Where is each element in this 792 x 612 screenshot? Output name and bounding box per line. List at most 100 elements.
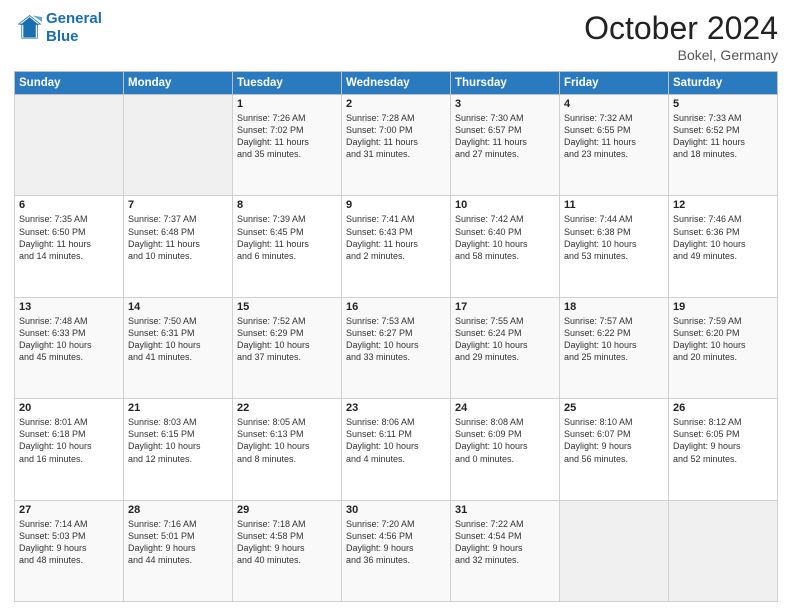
calendar-cell: 7 Sunrise: 7:37 AM Sunset: 6:48 PM Daylig…: [124, 196, 233, 297]
day-details: Sunrise: 7:59 AM Sunset: 6:20 PM Dayligh…: [673, 315, 773, 364]
day-number: 5: [673, 98, 773, 110]
day-number: 18: [564, 301, 664, 313]
calendar-cell: [15, 95, 124, 196]
calendar-cell: 3 Sunrise: 7:30 AM Sunset: 6:57 PM Daylig…: [451, 95, 560, 196]
weekday-header-saturday: Saturday: [669, 72, 778, 95]
calendar-cell: 15 Sunrise: 7:52 AM Sunset: 6:29 PM Dayli…: [233, 297, 342, 398]
page: General Blue October 2024 Bokel, Germany…: [0, 0, 792, 612]
weekday-header-wednesday: Wednesday: [342, 72, 451, 95]
calendar-cell: [124, 95, 233, 196]
calendar-cell: 8Sunrise: 7:39 AM Sunset: 6:45 PM Daylig…: [233, 196, 342, 297]
calendar-header: SundayMondayTuesdayWednesdayThursdayFrid…: [15, 72, 778, 95]
calendar-cell: 9Sunrise: 7:41 AM Sunset: 6:43 PM Daylig…: [342, 196, 451, 297]
day-number: 27: [19, 504, 119, 516]
calendar-cell: 20 Sunrise: 8:01 AM Sunset: 6:18 PM Dayli…: [15, 399, 124, 500]
day-number: 13: [19, 301, 119, 313]
location: Bokel, Germany: [584, 47, 778, 63]
day-details: Sunrise: 8:06 AM Sunset: 6:11 PM Dayligh…: [346, 416, 446, 465]
day-number: 8: [237, 199, 337, 211]
day-number: 9: [346, 199, 446, 211]
day-details: Sunrise: 8:10 AM Sunset: 6:07 PM Dayligh…: [564, 416, 664, 465]
title-block: October 2024 Bokel, Germany: [584, 10, 778, 63]
calendar-cell: 21Sunrise: 8:03 AM Sunset: 6:15 PM Dayli…: [124, 399, 233, 500]
calendar-cell: 22 Sunrise: 8:05 AM Sunset: 6:13 PM Dayli…: [233, 399, 342, 500]
day-number: 17: [455, 301, 555, 313]
day-number: 4: [564, 98, 664, 110]
day-number: 7: [128, 199, 228, 211]
calendar-row-3: 13 Sunrise: 7:48 AM Sunset: 6:33 PM Dayli…: [15, 297, 778, 398]
logo-text: General Blue: [46, 10, 102, 46]
day-details: Sunrise: 8:08 AM Sunset: 6:09 PM Dayligh…: [455, 416, 555, 465]
calendar-cell: 5Sunrise: 7:33 AM Sunset: 6:52 PM Daylig…: [669, 95, 778, 196]
day-number: 28: [128, 504, 228, 516]
logo-general: General: [46, 10, 102, 27]
logo-icon: [14, 14, 42, 42]
calendar-cell: 10 Sunrise: 7:42 AM Sunset: 6:40 PM Dayli…: [451, 196, 560, 297]
weekday-header-friday: Friday: [560, 72, 669, 95]
calendar-cell: 1 Sunrise: 7:26 AM Sunset: 7:02 PM Daylig…: [233, 95, 342, 196]
day-details: Sunrise: 7:28 AM Sunset: 7:00 PM Dayligh…: [346, 112, 446, 161]
day-number: 11: [564, 199, 664, 211]
day-number: 16: [346, 301, 446, 313]
logo-blue: Blue: [46, 28, 79, 45]
day-details: Sunrise: 8:12 AM Sunset: 6:05 PM Dayligh…: [673, 416, 773, 465]
day-details: Sunrise: 7:37 AM Sunset: 6:48 PM Dayligh…: [128, 213, 228, 262]
calendar-cell: 16 Sunrise: 7:53 AM Sunset: 6:27 PM Dayli…: [342, 297, 451, 398]
day-details: Sunrise: 7:16 AM Sunset: 5:01 PM Dayligh…: [128, 518, 228, 567]
day-details: Sunrise: 7:14 AM Sunset: 5:03 PM Dayligh…: [19, 518, 119, 567]
calendar-cell: [560, 500, 669, 601]
calendar-cell: 24 Sunrise: 8:08 AM Sunset: 6:09 PM Dayli…: [451, 399, 560, 500]
weekday-header-sunday: Sunday: [15, 72, 124, 95]
day-details: Sunrise: 7:52 AM Sunset: 6:29 PM Dayligh…: [237, 315, 337, 364]
calendar-body: 1 Sunrise: 7:26 AM Sunset: 7:02 PM Daylig…: [15, 95, 778, 602]
calendar-cell: 2 Sunrise: 7:28 AM Sunset: 7:00 PM Daylig…: [342, 95, 451, 196]
day-details: Sunrise: 7:48 AM Sunset: 6:33 PM Dayligh…: [19, 315, 119, 364]
calendar-cell: [669, 500, 778, 601]
day-number: 29: [237, 504, 337, 516]
day-details: Sunrise: 7:46 AM Sunset: 6:36 PM Dayligh…: [673, 213, 773, 262]
calendar-cell: 19Sunrise: 7:59 AM Sunset: 6:20 PM Dayli…: [669, 297, 778, 398]
day-number: 24: [455, 402, 555, 414]
day-number: 2: [346, 98, 446, 110]
day-details: Sunrise: 7:22 AM Sunset: 4:54 PM Dayligh…: [455, 518, 555, 567]
calendar-cell: 13 Sunrise: 7:48 AM Sunset: 6:33 PM Dayli…: [15, 297, 124, 398]
day-details: Sunrise: 8:01 AM Sunset: 6:18 PM Dayligh…: [19, 416, 119, 465]
day-number: 3: [455, 98, 555, 110]
day-number: 6: [19, 199, 119, 211]
day-number: 31: [455, 504, 555, 516]
day-details: Sunrise: 7:26 AM Sunset: 7:02 PM Dayligh…: [237, 112, 337, 161]
day-details: Sunrise: 8:05 AM Sunset: 6:13 PM Dayligh…: [237, 416, 337, 465]
calendar-cell: 23 Sunrise: 8:06 AM Sunset: 6:11 PM Dayli…: [342, 399, 451, 500]
day-number: 1: [237, 98, 337, 110]
calendar-cell: 18Sunrise: 7:57 AM Sunset: 6:22 PM Dayli…: [560, 297, 669, 398]
day-number: 25: [564, 402, 664, 414]
day-details: Sunrise: 7:30 AM Sunset: 6:57 PM Dayligh…: [455, 112, 555, 161]
calendar-cell: 26Sunrise: 8:12 AM Sunset: 6:05 PM Dayli…: [669, 399, 778, 500]
calendar-cell: 11 Sunrise: 7:44 AM Sunset: 6:38 PM Dayli…: [560, 196, 669, 297]
weekday-header-tuesday: Tuesday: [233, 72, 342, 95]
calendar-cell: 29 Sunrise: 7:18 AM Sunset: 4:58 PM Dayli…: [233, 500, 342, 601]
header: General Blue October 2024 Bokel, Germany: [14, 10, 778, 63]
day-details: Sunrise: 7:35 AM Sunset: 6:50 PM Dayligh…: [19, 213, 119, 262]
day-details: Sunrise: 7:50 AM Sunset: 6:31 PM Dayligh…: [128, 315, 228, 364]
weekday-row: SundayMondayTuesdayWednesdayThursdayFrid…: [15, 72, 778, 95]
calendar-cell: 30Sunrise: 7:20 AM Sunset: 4:56 PM Dayli…: [342, 500, 451, 601]
day-details: Sunrise: 7:53 AM Sunset: 6:27 PM Dayligh…: [346, 315, 446, 364]
day-details: Sunrise: 7:55 AM Sunset: 6:24 PM Dayligh…: [455, 315, 555, 364]
day-number: 10: [455, 199, 555, 211]
calendar-cell: 25 Sunrise: 8:10 AM Sunset: 6:07 PM Dayli…: [560, 399, 669, 500]
day-details: Sunrise: 7:18 AM Sunset: 4:58 PM Dayligh…: [237, 518, 337, 567]
day-number: 23: [346, 402, 446, 414]
day-number: 22: [237, 402, 337, 414]
calendar-cell: 27 Sunrise: 7:14 AM Sunset: 5:03 PM Dayli…: [15, 500, 124, 601]
day-details: Sunrise: 7:44 AM Sunset: 6:38 PM Dayligh…: [564, 213, 664, 262]
day-details: Sunrise: 8:03 AM Sunset: 6:15 PM Dayligh…: [128, 416, 228, 465]
day-number: 20: [19, 402, 119, 414]
day-number: 12: [673, 199, 773, 211]
day-number: 15: [237, 301, 337, 313]
weekday-header-thursday: Thursday: [451, 72, 560, 95]
day-details: Sunrise: 7:42 AM Sunset: 6:40 PM Dayligh…: [455, 213, 555, 262]
weekday-header-monday: Monday: [124, 72, 233, 95]
month-title: October 2024: [584, 10, 778, 47]
calendar-row-2: 6 Sunrise: 7:35 AM Sunset: 6:50 PM Daylig…: [15, 196, 778, 297]
